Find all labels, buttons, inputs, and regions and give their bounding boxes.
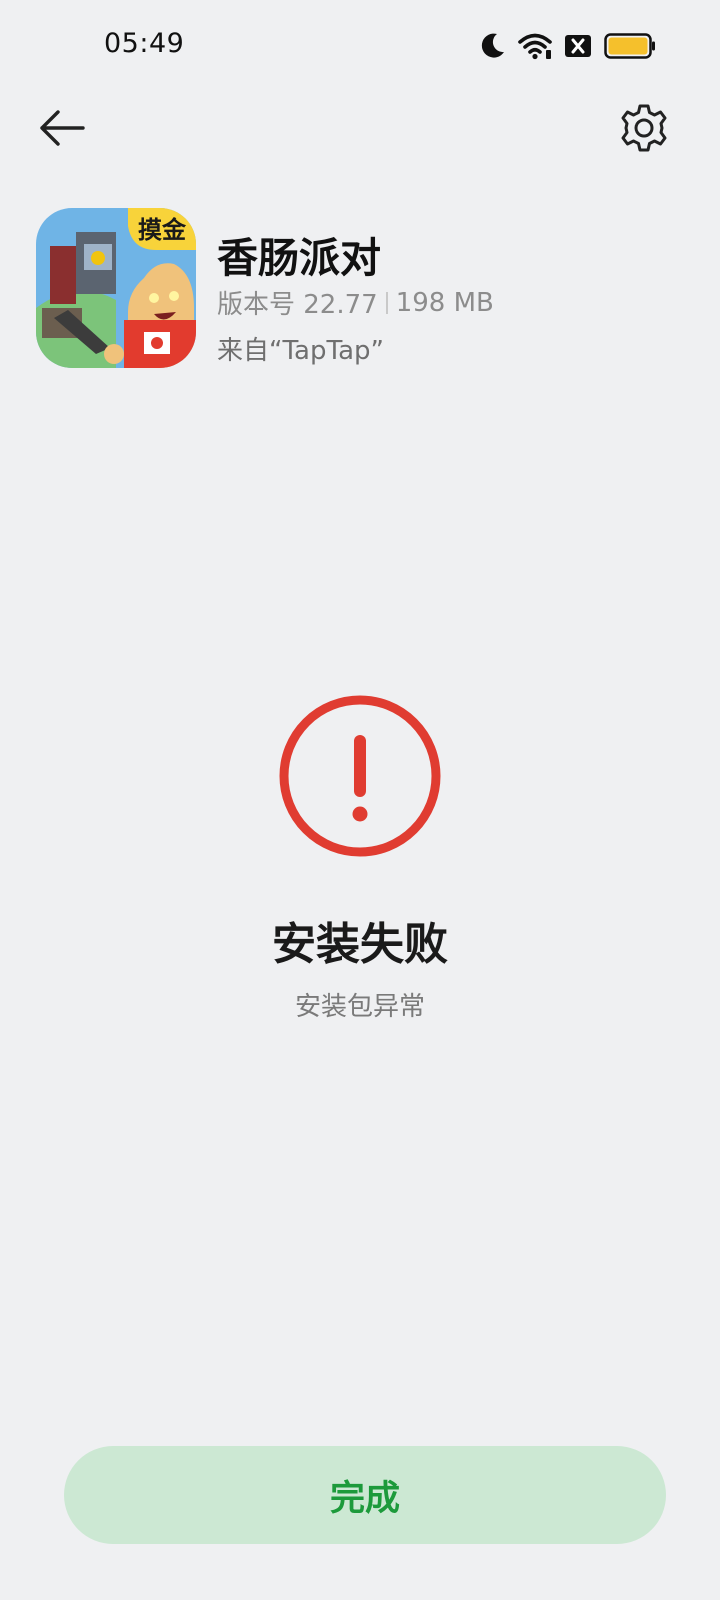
wifi-icon [518, 32, 552, 60]
app-version: 版本号 22.77 [217, 290, 378, 320]
back-button[interactable] [32, 106, 92, 154]
done-button[interactable]: 完成 [64, 1446, 666, 1544]
app-icon-badge: 摸金 [138, 216, 187, 244]
battery-level [608, 37, 648, 55]
gear-icon [619, 103, 669, 157]
app-info: 摸金 香肠派对 版本号 22.77 198 MB 来自“TapTap” [36, 208, 676, 368]
error-title: 安装失败 [272, 919, 448, 970]
app-name: 香肠派对 [217, 234, 381, 282]
app-icon: 摸金 [36, 208, 196, 368]
app-size: 198 MB [395, 287, 494, 318]
status-bar: 05:49 [0, 0, 720, 90]
sim-disabled-icon [564, 34, 592, 58]
status-time: 05:49 [104, 28, 185, 59]
moon-icon [480, 32, 506, 60]
status-icons [480, 30, 656, 62]
app-meta: 版本号 22.77 198 MB [217, 284, 494, 321]
settings-button[interactable] [614, 100, 674, 160]
battery-icon [604, 33, 656, 59]
error-exclamation-icon [277, 693, 443, 859]
meta-divider [385, 291, 388, 314]
top-bar [0, 90, 720, 170]
error-subtitle: 安装包异常 [294, 992, 425, 1022]
arrow-left-icon [38, 108, 86, 152]
app-source: 来自“TapTap” [217, 336, 384, 366]
